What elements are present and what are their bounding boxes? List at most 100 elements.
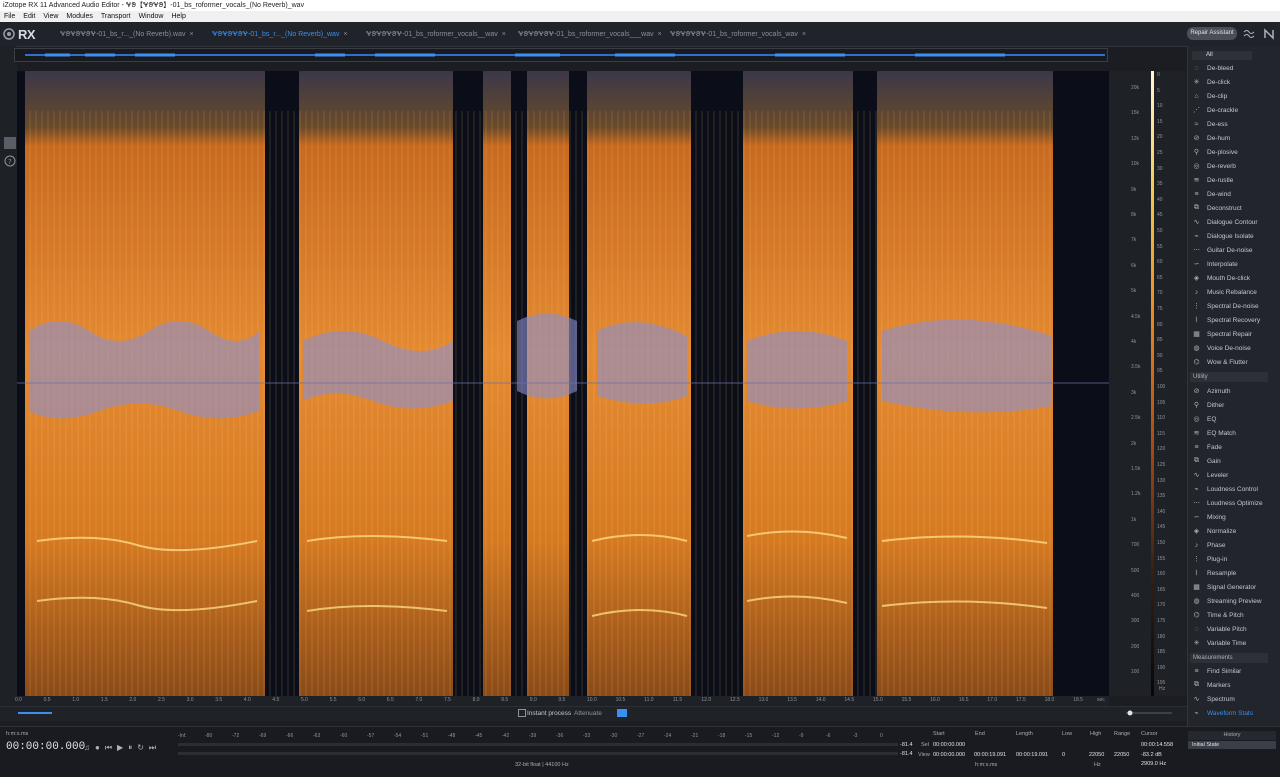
instant-process-checkbox[interactable] bbox=[518, 709, 526, 717]
repair-assistant-button[interactable]: Repair Assistant bbox=[1187, 27, 1237, 40]
utility-item[interactable]: ▦ Signal Generator bbox=[1188, 580, 1274, 594]
module-item[interactable]: ⋯ Guitar De-noise bbox=[1188, 243, 1274, 257]
record-icon[interactable]: ● bbox=[95, 743, 100, 753]
module-item[interactable]: ⚲ De-plosive bbox=[1188, 145, 1274, 159]
module-item[interactable]: ◌ De-bleed bbox=[1188, 61, 1274, 75]
previous-icon[interactable]: ⏮ bbox=[105, 743, 112, 753]
view-length-field[interactable]: 00:00:19.091 bbox=[1016, 752, 1048, 758]
menu-file[interactable]: File bbox=[3, 11, 16, 22]
zoom-slider[interactable] bbox=[18, 712, 52, 714]
utility-icon: ⌬ bbox=[1193, 612, 1200, 619]
module-item[interactable]: ∽ Interpolate bbox=[1188, 257, 1274, 271]
time-tick: 15.5 bbox=[901, 697, 912, 703]
module-item[interactable]: ≡ De-wind bbox=[1188, 187, 1274, 201]
utility-item[interactable]: ⋯ Loudness Optimize bbox=[1188, 496, 1274, 510]
file-tab-1[interactable]: 𐐏𐐍𐐏𐐍𐐏𐐍𐐏-01_bs_r..._(No Reverb).wav × bbox=[60, 29, 194, 41]
waves-icon[interactable] bbox=[1242, 27, 1256, 41]
module-item[interactable]: ≈ De-ess bbox=[1188, 117, 1274, 131]
time-ruler[interactable]: 0.0 0.5 1.0 1.5 2.0 2.5 3.0 3.5 4.0 4.5 5.0 5.5 6.0 6… bbox=[15, 696, 1109, 706]
view-start-field[interactable]: 00:00:00.000 bbox=[933, 752, 965, 758]
utility-item[interactable]: ⧉ Gain bbox=[1188, 454, 1274, 468]
module-item[interactable]: ◍ Voice De-noise bbox=[1188, 341, 1274, 355]
utility-item[interactable]: ⋮ Plug-in bbox=[1188, 552, 1274, 566]
view-toggle-icon[interactable] bbox=[3, 136, 17, 150]
utility-item[interactable]: ⚲ Dither bbox=[1188, 398, 1274, 412]
attenuate-select[interactable]: Attenuate bbox=[574, 710, 602, 717]
file-tab-4[interactable]: 𐐏𐐍𐐏𐐍𐐏𐐍𐐏-01_bs_roformer_vocals___wav × bbox=[518, 29, 662, 41]
module-item[interactable]: ∿ Dialogue Contour bbox=[1188, 215, 1274, 229]
module-item[interactable]: ⌁ Dialogue Isolate bbox=[1188, 229, 1274, 243]
native-instruments-icon[interactable] bbox=[1262, 27, 1276, 41]
module-item[interactable]: ⋮ Spectral De-noise bbox=[1188, 299, 1274, 313]
headphones-icon[interactable]: ♫ bbox=[84, 743, 90, 753]
next-icon[interactable]: ⏭ bbox=[149, 743, 156, 753]
vertical-zoom-slider[interactable] bbox=[1126, 710, 1172, 716]
pause-icon[interactable]: ⏸ bbox=[128, 743, 132, 753]
menu-edit[interactable]: Edit bbox=[22, 11, 36, 22]
module-item[interactable]: ◎ De-reverb bbox=[1188, 159, 1274, 173]
utility-item[interactable]: ⌬ Time & Pitch bbox=[1188, 608, 1274, 622]
measurement-item[interactable]: ⧉ Markers bbox=[1188, 678, 1274, 692]
module-item[interactable]: ✳ De-click bbox=[1188, 75, 1274, 89]
close-icon[interactable]: × bbox=[502, 31, 506, 38]
module-item[interactable]: ▦ Spectral Repair bbox=[1188, 327, 1274, 341]
time-tick: 16.5 bbox=[958, 697, 969, 703]
module-item[interactable]: ⋰ De-crackle bbox=[1188, 103, 1274, 117]
menu-bar: File Edit View Modules Transport Window … bbox=[0, 11, 1280, 22]
utility-item[interactable]: ♪ Phase bbox=[1188, 538, 1274, 552]
menu-transport[interactable]: Transport bbox=[100, 11, 132, 22]
close-icon[interactable]: × bbox=[658, 31, 662, 38]
file-tab-2[interactable]: 𐐏𐐍𐐏𐐍𐐏𐐍𐐏-01_bs_r..._(No Reverb)_wav × bbox=[212, 29, 348, 41]
time-select-tool-icon[interactable] bbox=[616, 708, 628, 718]
module-item[interactable]: ⊘ De-hum bbox=[1188, 131, 1274, 145]
utility-item[interactable]: ≡ Fade bbox=[1188, 440, 1274, 454]
utility-header[interactable]: Utility bbox=[1190, 372, 1268, 382]
utility-item[interactable]: ◌ Variable Pitch bbox=[1188, 622, 1274, 636]
measurement-item[interactable]: ∿ Spectrum bbox=[1188, 692, 1274, 706]
time-format-select[interactable]: h:m:s.ms bbox=[6, 731, 28, 737]
utility-item[interactable]: ✳ Variable Time bbox=[1188, 636, 1274, 650]
measurement-item[interactable]: ⌁ Waveform Stats bbox=[1188, 706, 1274, 720]
view-end-field[interactable]: 00:00:19.091 bbox=[974, 752, 1006, 758]
utility-item[interactable]: ⊘ Azimuth bbox=[1188, 384, 1274, 398]
file-tab-5[interactable]: 𐐏𐐍𐐏𐐍𐐏𐐍𐐏-01_bs_roformer_vocals_wav × bbox=[670, 29, 806, 41]
module-item[interactable]: ≋ De-rustle bbox=[1188, 173, 1274, 187]
waveform-overview[interactable] bbox=[14, 48, 1108, 62]
menu-view[interactable]: View bbox=[42, 11, 59, 22]
range-field[interactable]: 22050 bbox=[1114, 752, 1129, 758]
module-item[interactable]: ♪ Music Rebalance bbox=[1188, 285, 1274, 299]
menu-help[interactable]: Help bbox=[170, 11, 186, 22]
sel-start-field[interactable]: 00:00:00.000 bbox=[933, 742, 965, 748]
utility-item[interactable]: ⌁ Loudness Control bbox=[1188, 482, 1274, 496]
utility-item[interactable]: ≋ EQ Match bbox=[1188, 426, 1274, 440]
measurements-header[interactable]: Measurements bbox=[1190, 653, 1268, 663]
history-item[interactable]: Initial State bbox=[1188, 741, 1276, 749]
close-icon[interactable]: × bbox=[343, 31, 347, 38]
module-item[interactable]: ⌂ De-clip bbox=[1188, 89, 1274, 103]
utility-icon: ⌇ bbox=[1194, 570, 1199, 577]
menu-window[interactable]: Window bbox=[138, 11, 165, 22]
module-filter-select[interactable]: All bbox=[1192, 51, 1252, 60]
module-item[interactable]: ⌇ Spectral Recovery bbox=[1188, 313, 1274, 327]
high-field[interactable]: 22050 bbox=[1089, 752, 1104, 758]
loop-icon[interactable]: ↻ bbox=[137, 743, 144, 753]
utility-item[interactable]: ∿ Leveler bbox=[1188, 468, 1274, 482]
spectrogram-view[interactable] bbox=[17, 71, 1109, 696]
file-tab-3[interactable]: 𐐏𐐍𐐏𐐍𐐏𐐍𐐏-01_bs_roformer_vocals__wav × bbox=[366, 29, 506, 41]
help-icon[interactable]: ? bbox=[3, 154, 17, 168]
utility-item[interactable]: ◎ EQ bbox=[1188, 412, 1274, 426]
low-field[interactable]: 0 bbox=[1062, 752, 1065, 758]
play-icon[interactable]: ▶ bbox=[117, 743, 123, 753]
close-icon[interactable]: × bbox=[190, 31, 194, 38]
utility-item[interactable]: ◍ Streaming Preview bbox=[1188, 594, 1274, 608]
utility-item[interactable]: ∽ Mixing bbox=[1188, 510, 1274, 524]
module-item[interactable]: ◈ Mouth De-click bbox=[1188, 271, 1274, 285]
menu-modules[interactable]: Modules bbox=[65, 11, 93, 22]
time-tick: 6.0 bbox=[358, 697, 366, 703]
utility-item[interactable]: ◈ Normalize bbox=[1188, 524, 1274, 538]
close-icon[interactable]: × bbox=[802, 31, 806, 38]
utility-item[interactable]: ⌇ Resample bbox=[1188, 566, 1274, 580]
module-item[interactable]: ⌬ Wow & Flutter bbox=[1188, 355, 1274, 369]
module-item[interactable]: ⧉ Deconstruct bbox=[1188, 201, 1274, 215]
measurement-item[interactable]: ≡ Find Similar bbox=[1188, 664, 1274, 678]
